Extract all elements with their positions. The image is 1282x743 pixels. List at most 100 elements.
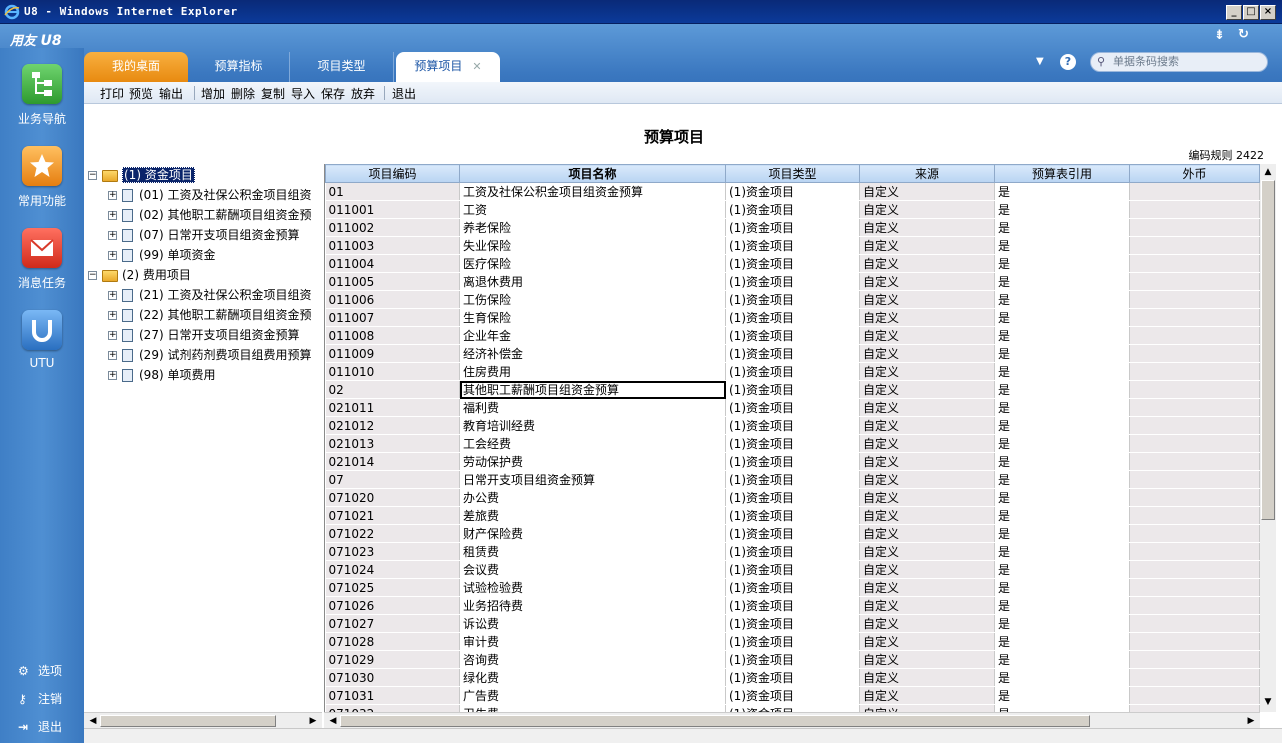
table-cell[interactable]: 是 [994, 614, 1130, 633]
table-cell[interactable]: 071024 [325, 560, 460, 579]
table-cell[interactable]: 自定义 [859, 506, 995, 525]
table-cell[interactable]: (1)资金项目 [725, 686, 860, 705]
table-cell[interactable]: (1)资金项目 [725, 596, 860, 615]
collapse-icon[interactable]: − [88, 271, 97, 280]
tab-project-types[interactable]: 项目类型 [290, 52, 394, 82]
table-cell[interactable]: (1)资金项目 [725, 380, 860, 399]
table-cell[interactable]: (1)资金项目 [725, 542, 860, 561]
table-cell[interactable]: 自定义 [859, 614, 995, 633]
table-cell[interactable]: (1)资金项目 [725, 470, 860, 489]
tree-folder-node[interactable]: − (2) 费用项目 [88, 266, 191, 284]
table-cell[interactable]: 071023 [325, 542, 460, 561]
table-row[interactable]: 071030 绿化费 (1)资金项目 自定义是 [325, 668, 1260, 687]
table-row[interactable]: 07 日常开支项目组资金预算 (1)资金项目 自定义是 [325, 470, 1260, 489]
table-cell[interactable]: 是 [994, 326, 1130, 345]
table-row[interactable]: 071024 会议费 (1)资金项目 自定义是 [325, 560, 1260, 579]
table-row[interactable]: 011005 离退休费用 (1)资金项目 自定义是 [325, 272, 1260, 291]
print-button[interactable]: 打印 [100, 85, 124, 102]
expand-icon[interactable]: + [108, 311, 117, 320]
table-cell[interactable]: 是 [994, 200, 1130, 219]
table-cell[interactable] [1129, 326, 1260, 345]
table-cell[interactable]: 011007 [325, 308, 460, 327]
table-row[interactable]: 071026 业务招待费 (1)资金项目 自定义是 [325, 596, 1260, 615]
barcode-search-input[interactable]: ⚲ 单据条码搜索 [1090, 52, 1268, 72]
tree-item-node[interactable]: + (29) 试剂药剂费项目组费用预算 [108, 346, 311, 364]
table-cell[interactable]: 自定义 [859, 524, 995, 543]
table-cell[interactable]: 011005 [325, 272, 460, 291]
table-row[interactable]: 011009 经济补偿金 (1)资金项目 自定义是 [325, 344, 1260, 363]
table-cell[interactable]: (1)资金项目 [725, 398, 860, 417]
table-cell[interactable]: 是 [994, 308, 1130, 327]
table-cell[interactable]: 业务招待费 [459, 596, 726, 615]
table-cell[interactable] [1129, 542, 1260, 561]
nav-exit[interactable]: ⇥ 退出 [18, 718, 62, 735]
table-cell[interactable]: 是 [994, 362, 1130, 381]
table-cell[interactable]: 自定义 [859, 344, 995, 363]
table-cell[interactable]: 071028 [325, 632, 460, 651]
table-cell[interactable]: (1)资金项目 [725, 614, 860, 633]
nav-options[interactable]: ⚙ 选项 [18, 662, 62, 679]
table-cell[interactable] [1129, 470, 1260, 489]
table-cell[interactable]: 是 [994, 416, 1130, 435]
tab-budget-indicators[interactable]: 预算指标 [188, 52, 290, 82]
table-cell[interactable]: 卫生费 [459, 704, 726, 712]
table-cell[interactable] [1129, 254, 1260, 273]
expand-icon[interactable]: + [108, 371, 117, 380]
table-cell[interactable]: 自定义 [859, 542, 995, 561]
table-cell[interactable]: 劳动保护费 [459, 452, 726, 471]
collapse-icon[interactable]: − [88, 171, 97, 180]
table-cell[interactable]: 会议费 [459, 560, 726, 579]
table-cell[interactable]: 自定义 [859, 488, 995, 507]
table-cell[interactable]: (1)资金项目 [725, 272, 860, 291]
table-cell[interactable]: 011002 [325, 218, 460, 237]
table-cell[interactable]: 是 [994, 470, 1130, 489]
table-row[interactable]: 071028 审计费 (1)资金项目 自定义是 [325, 632, 1260, 651]
table-cell[interactable]: 是 [994, 452, 1130, 471]
tree-item-node[interactable]: + (99) 单项资金 [108, 246, 215, 264]
table-cell[interactable]: (1)资金项目 [725, 362, 860, 381]
table-row[interactable]: 021014 劳动保护费 (1)资金项目 自定义是 [325, 452, 1260, 471]
table-cell[interactable]: 财产保险费 [459, 524, 726, 543]
maximize-button[interactable]: □ [1243, 5, 1259, 20]
table-cell[interactable]: 是 [994, 488, 1130, 507]
table-cell[interactable] [1129, 524, 1260, 543]
scroll-thumb[interactable] [340, 715, 1090, 727]
table-cell[interactable]: 自定义 [859, 362, 995, 381]
table-cell[interactable]: (1)资金项目 [725, 524, 860, 543]
table-cell[interactable]: 绿化费 [459, 668, 726, 687]
table-cell[interactable] [1129, 506, 1260, 525]
table-cell[interactable]: 自定义 [859, 632, 995, 651]
table-cell[interactable]: 自定义 [859, 182, 995, 201]
table-cell[interactable]: (1)资金项目 [725, 632, 860, 651]
table-cell[interactable]: 自定义 [859, 434, 995, 453]
table-cell[interactable] [1129, 416, 1260, 435]
table-cell[interactable]: 自定义 [859, 254, 995, 273]
table-cell[interactable] [1129, 308, 1260, 327]
table-cell[interactable]: 自定义 [859, 290, 995, 309]
table-cell[interactable]: 自定义 [859, 596, 995, 615]
table-cell[interactable]: 011001 [325, 200, 460, 219]
close-tab-icon[interactable]: ✕ [472, 60, 481, 73]
table-cell[interactable]: 自定义 [859, 236, 995, 255]
discard-button[interactable]: 放弃 [351, 85, 375, 102]
table-cell[interactable]: 审计费 [459, 632, 726, 651]
table-cell[interactable]: (1)资金项目 [725, 506, 860, 525]
table-cell[interactable]: 工会经费 [459, 434, 726, 453]
expand-icon[interactable]: + [108, 351, 117, 360]
scroll-down-icon[interactable]: ▼ [1261, 696, 1275, 708]
table-cell[interactable]: (1)资金项目 [725, 344, 860, 363]
table-cell[interactable]: 071031 [325, 686, 460, 705]
nav-utu[interactable]: UTU [0, 310, 84, 370]
table-cell[interactable]: 自定义 [859, 668, 995, 687]
table-cell[interactable]: 自定义 [859, 650, 995, 669]
table-cell[interactable]: 自定义 [859, 686, 995, 705]
tree-item-node[interactable]: + (98) 单项费用 [108, 366, 215, 384]
table-cell[interactable]: 企业年金 [459, 326, 726, 345]
table-cell[interactable]: 教育培训经费 [459, 416, 726, 435]
tree-item-node[interactable]: + (27) 日常开支项目组资金预算 [108, 326, 299, 344]
scroll-left-icon[interactable]: ◀ [326, 715, 340, 727]
table-cell[interactable]: 021014 [325, 452, 460, 471]
table-cell[interactable]: (1)资金项目 [725, 254, 860, 273]
table-cell[interactable]: 是 [994, 560, 1130, 579]
table-cell[interactable]: 是 [994, 506, 1130, 525]
